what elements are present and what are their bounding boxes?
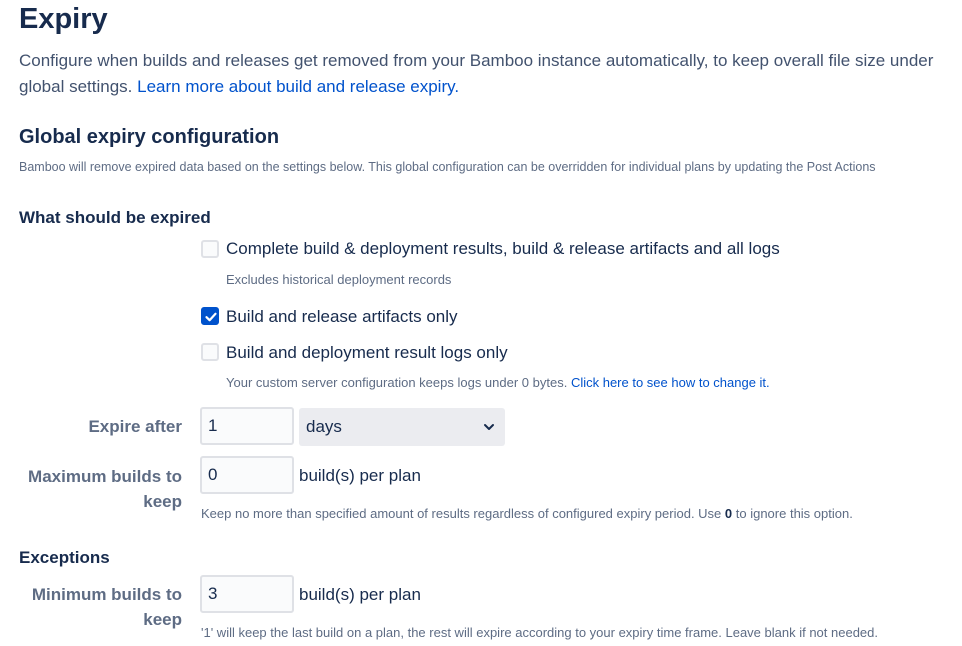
min-builds-input[interactable]: 3 xyxy=(200,575,294,613)
complete-results-checkbox[interactable] xyxy=(201,240,219,258)
expire-after-label: Expire after xyxy=(88,417,182,436)
expire-unit-select[interactable]: days xyxy=(299,408,505,446)
complete-results-label[interactable]: Complete build & deployment results, bui… xyxy=(226,238,780,260)
page-title: Expiry xyxy=(19,3,108,35)
min-builds-help: '1' will keep the last build on a plan, … xyxy=(201,625,878,640)
global-config-heading: Global expiry configuration xyxy=(19,126,280,148)
min-builds-unit: build(s) per plan xyxy=(299,585,421,604)
max-builds-help: Keep no more than specified amount of re… xyxy=(201,505,853,523)
exceptions-heading: Exceptions xyxy=(19,548,110,567)
check-icon xyxy=(205,312,217,322)
logs-only-description: Your custom server configuration keeps l… xyxy=(226,374,770,392)
chevron-down-icon xyxy=(484,424,494,430)
expire-after-input[interactable]: 1 xyxy=(200,407,294,445)
max-builds-help-text: Keep no more than specified amount of re… xyxy=(201,506,725,521)
intro-line-1: Configure when builds and releases get r… xyxy=(19,51,934,70)
expiry-settings-page: Expiry Configure when builds and release… xyxy=(0,0,962,646)
what-expire-heading: What should be expired xyxy=(19,208,211,227)
complete-results-description: Excludes historical deployment records xyxy=(226,272,452,287)
max-builds-help-suffix: to ignore this option. xyxy=(732,506,853,521)
max-builds-unit: build(s) per plan xyxy=(299,466,421,485)
intro-text: global settings. xyxy=(19,77,138,96)
intro-line-2: global settings. Learn more about build … xyxy=(19,75,459,99)
change-config-link[interactable]: Click here to see how to change it. xyxy=(571,375,770,390)
artifacts-only-label[interactable]: Build and release artifacts only xyxy=(226,306,458,328)
min-builds-label: Minimum builds to keep xyxy=(31,585,182,629)
expire-unit-value: days xyxy=(306,417,342,436)
max-builds-input[interactable]: 0 xyxy=(200,456,294,494)
learn-more-link[interactable]: Learn more about build and release expir… xyxy=(137,77,459,96)
max-builds-label: Maximum builds to keep xyxy=(28,467,182,511)
artifacts-only-checkbox[interactable] xyxy=(201,307,219,325)
logs-size-note: Your custom server configuration keeps l… xyxy=(226,375,571,390)
logs-only-label[interactable]: Build and deployment result logs only xyxy=(226,342,508,364)
logs-only-checkbox[interactable] xyxy=(201,343,219,361)
global-config-description: Bamboo will remove expired data based on… xyxy=(19,160,876,174)
